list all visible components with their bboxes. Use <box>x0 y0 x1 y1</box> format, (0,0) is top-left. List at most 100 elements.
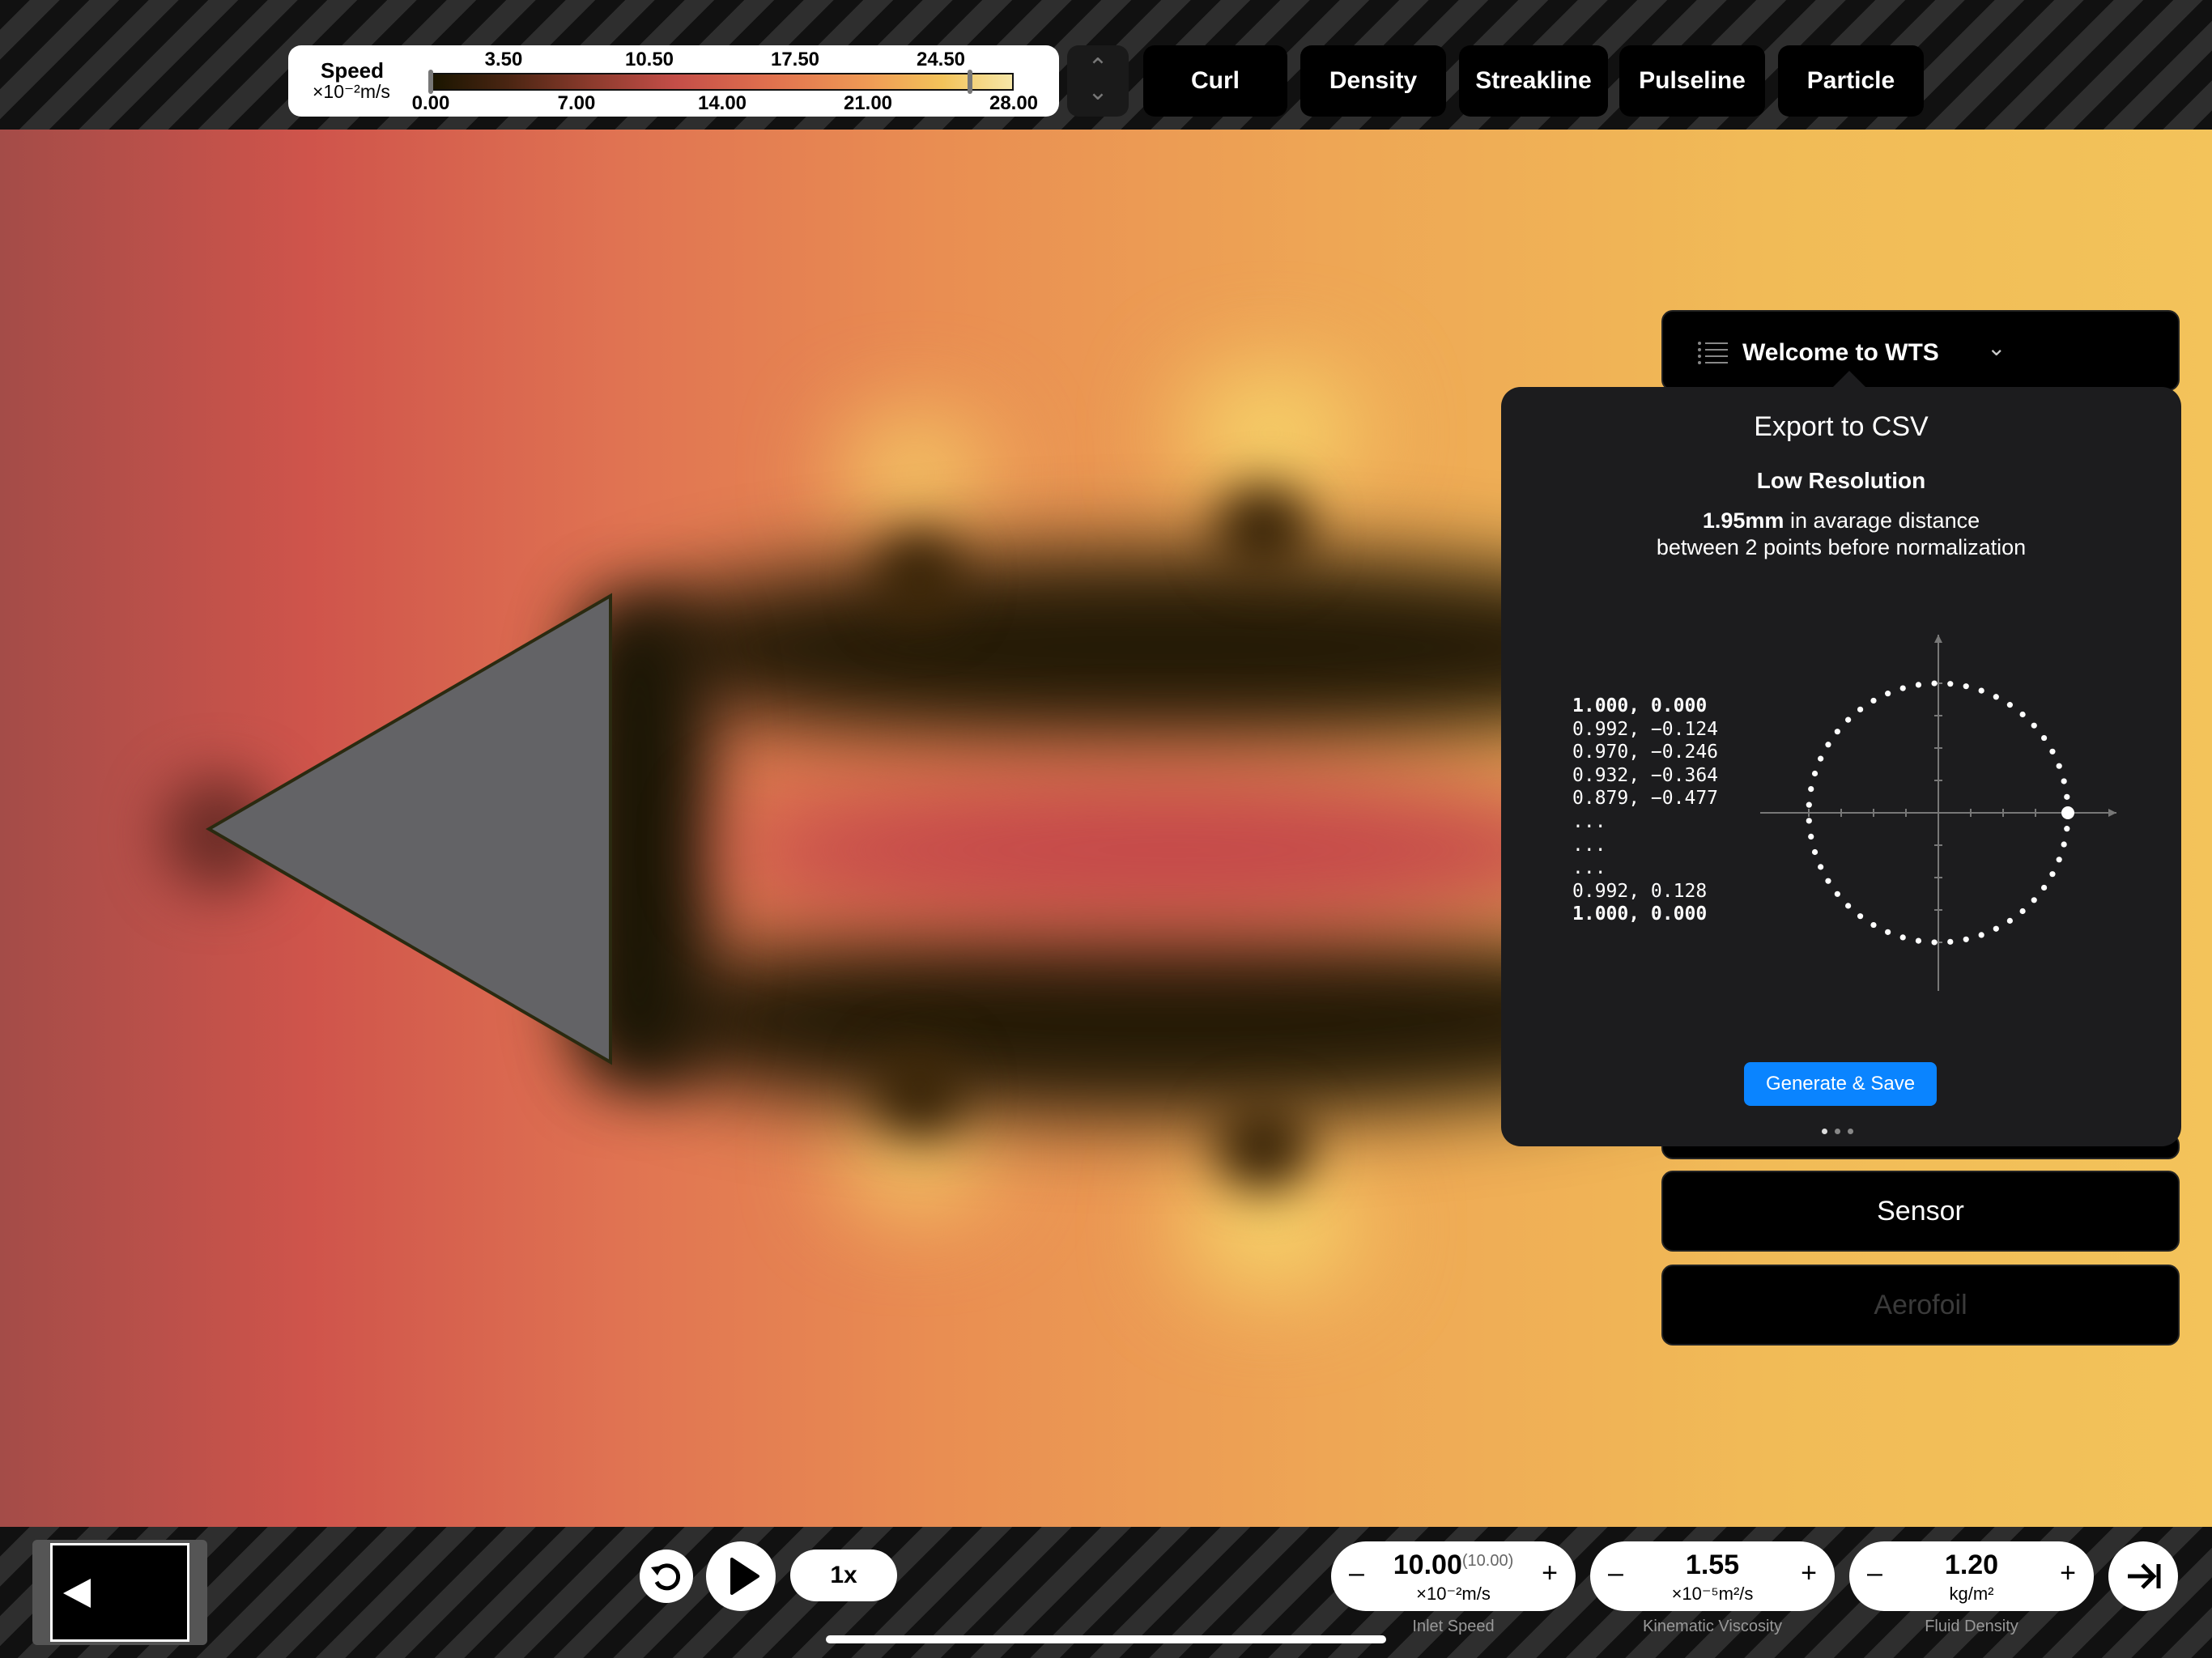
speed-colormap-legend[interactable]: Speed ×10⁻²m/s 3.50 10.50 17.50 24.50 0.… <box>288 45 1059 117</box>
legend-tick: 21.00 <box>843 92 893 114</box>
data-point <box>2056 857 2062 863</box>
legend-tick: 7.00 <box>557 92 596 114</box>
data-point <box>1845 716 1852 723</box>
data-point <box>1811 848 1819 856</box>
inlet-speed-value: 10.00(10.00) <box>1393 1550 1514 1580</box>
data-point <box>1885 691 1891 697</box>
legend-title: Speed <box>321 58 385 83</box>
x-axis-arrow <box>2108 809 2116 817</box>
data-point <box>2049 748 2056 755</box>
popover-title: Export to CSV <box>1754 411 1929 442</box>
data-point <box>2056 763 2062 769</box>
increase-button[interactable]: + <box>1542 1558 1558 1589</box>
csv-line: 0.970, −0.246 <box>1572 742 1719 763</box>
data-point <box>2031 722 2037 729</box>
range-min-handle[interactable] <box>428 70 433 94</box>
csv-line: ... <box>1572 857 1606 879</box>
csv-line: 0.992, −0.124 <box>1572 718 1719 740</box>
mode-density-button[interactable]: Density <box>1300 45 1446 117</box>
legend-tick: 3.50 <box>484 49 523 70</box>
data-point <box>2006 702 2013 708</box>
page-dot[interactable] <box>1848 1129 1853 1134</box>
data-point <box>2006 917 2013 924</box>
data-point <box>2064 826 2070 832</box>
welcome-menu-button[interactable]: Welcome to WTS ⌄ <box>1661 310 2180 391</box>
range-max-handle[interactable] <box>968 70 972 94</box>
data-point <box>1834 729 1840 735</box>
inlet-speed-unit: ×10⁻²m/s <box>1416 1584 1491 1604</box>
legend-unit: ×10⁻²m/s <box>313 81 390 102</box>
data-point <box>1978 687 1984 694</box>
data-point <box>1806 801 1812 808</box>
arrow-to-right-icon <box>2128 1563 2161 1589</box>
playback-speed-button[interactable]: 1x <box>790 1550 897 1601</box>
chevron-down-icon[interactable]: ⌄ <box>1067 78 1129 106</box>
sensor-button[interactable]: Sensor <box>1661 1171 2180 1252</box>
inlet-speed-default: (10.00) <box>1461 1552 1514 1570</box>
play-button[interactable] <box>706 1541 776 1611</box>
reset-button[interactable] <box>640 1550 693 1603</box>
mode-particle-button[interactable]: Particle <box>1778 45 1924 117</box>
legend-tick: 10.50 <box>624 49 674 70</box>
y-axis-arrow <box>1934 635 1942 643</box>
distance-description: 1.95mm in avarage distance <box>1501 508 2181 534</box>
page-dot[interactable] <box>1822 1129 1827 1134</box>
export-csv-popover: Export to CSV Low Resolution 1.95mm in a… <box>1501 387 2181 1146</box>
data-point <box>1963 683 1969 690</box>
page-dot[interactable] <box>1835 1129 1840 1134</box>
data-point <box>1931 939 1938 946</box>
fluid-density-stepper: – 1.20 kg/m² + <box>1849 1541 2094 1611</box>
data-point <box>1818 755 1824 762</box>
welcome-label: Welcome to WTS <box>1742 339 1939 366</box>
play-icon <box>730 1558 759 1595</box>
data-point <box>2061 841 2067 848</box>
data-point <box>1870 921 1877 929</box>
mode-streakline-button[interactable]: Streakline <box>1459 45 1608 117</box>
increase-button[interactable]: + <box>2060 1558 2076 1589</box>
data-point <box>2031 897 2037 903</box>
legend-tick: 24.50 <box>916 49 966 70</box>
fluid-density-unit: kg/m² <box>1949 1584 1994 1604</box>
data-point <box>2040 734 2048 742</box>
inlet-speed-label: Inlet Speed <box>1412 1618 1495 1635</box>
legend-stepper: ⌃ ⌄ <box>1067 45 1129 117</box>
increase-button[interactable]: + <box>1801 1558 1817 1589</box>
collapse-panel-button[interactable] <box>2108 1541 2178 1611</box>
data-point <box>1899 934 1906 941</box>
data-point <box>1808 786 1814 793</box>
data-point <box>1808 833 1814 840</box>
data-point <box>2064 793 2070 800</box>
list-icon <box>1698 342 1728 364</box>
data-point <box>1993 694 1999 700</box>
data-point <box>1825 742 1831 748</box>
data-point <box>1963 936 1969 942</box>
data-point <box>1845 903 1852 909</box>
csv-line: 1.000, 0.000 <box>1572 903 1708 925</box>
data-point <box>2049 871 2056 878</box>
kinematic-viscosity-stepper: – 1.55 ×10⁻⁵m²/s + <box>1590 1541 1835 1611</box>
data-point <box>1947 938 1954 945</box>
data-point <box>2040 884 2048 891</box>
data-point <box>1870 697 1877 704</box>
legend-tick: 0.00 <box>411 92 450 114</box>
csv-preview: 1.000, 0.000 0.992, −0.124 0.970, −0.246 0.… <box>1572 695 1718 926</box>
csv-line: 1.000, 0.000 <box>1572 695 1708 716</box>
data-point <box>1899 685 1906 691</box>
data-point <box>1825 878 1831 884</box>
distance-text: in avarage distance <box>1784 508 1980 533</box>
data-point <box>1811 770 1819 777</box>
start-point <box>2061 806 2074 819</box>
popover-arrow <box>1831 371 1867 389</box>
data-point <box>1834 891 1840 897</box>
page-indicator[interactable] <box>1822 1124 1861 1138</box>
generate-save-button[interactable]: Generate & Save <box>1744 1062 1937 1106</box>
fluid-density-value: 1.20 <box>1944 1550 1999 1580</box>
data-point <box>1915 937 1922 944</box>
data-point <box>1857 913 1864 920</box>
mode-curl-button[interactable]: Curl <box>1143 45 1287 117</box>
csv-line: ... <box>1572 834 1606 856</box>
normalized-points-plot <box>1760 635 2116 991</box>
mode-pulseline-button[interactable]: Pulseline <box>1619 45 1765 117</box>
home-indicator[interactable] <box>826 1635 1386 1643</box>
data-point <box>1857 706 1864 712</box>
